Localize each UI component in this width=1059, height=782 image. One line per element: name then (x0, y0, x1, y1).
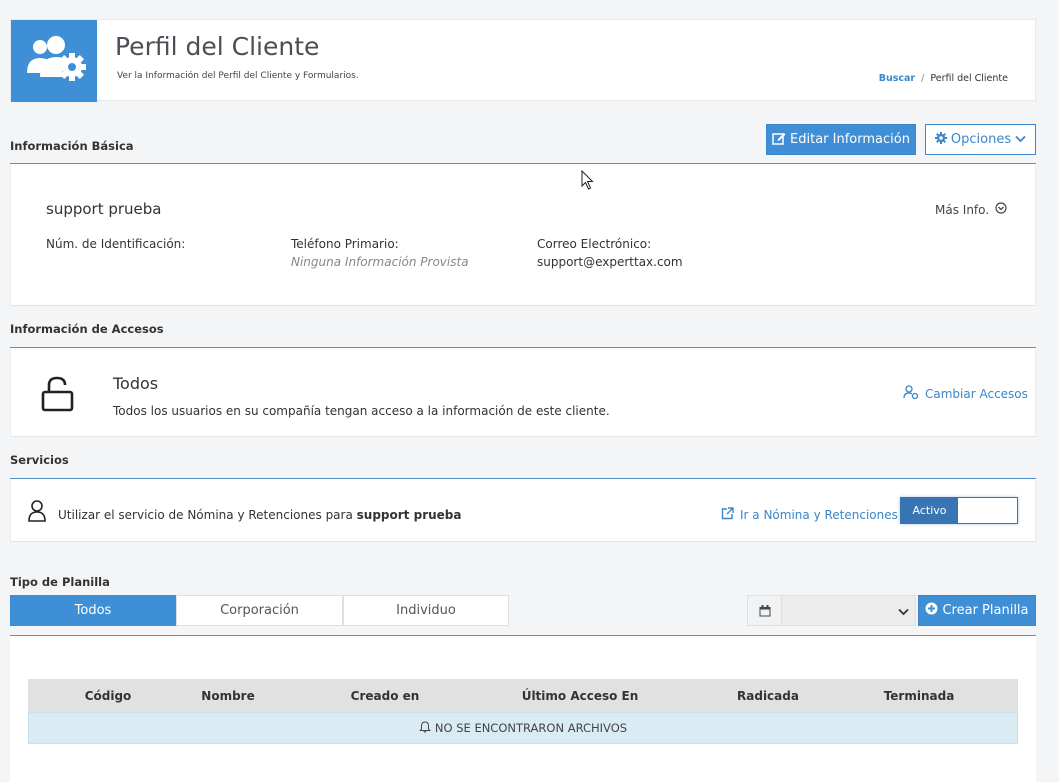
plus-circle-icon (925, 602, 938, 619)
empty-message: NO SE ENCONTRARON ARCHIVOS (434, 721, 628, 735)
go-to-payroll-link[interactable]: Ir a Nómina y Retenciones (721, 507, 898, 523)
forms-table-header: Código Nombre Creado en Último Acceso En… (28, 679, 1018, 712)
column-header-codigo[interactable]: Código (68, 679, 148, 712)
client-name: support prueba (46, 200, 162, 218)
column-header-ultimo-acceso[interactable]: Último Acceso En (510, 679, 650, 712)
external-link-icon (721, 507, 734, 523)
basic-info-card: support prueba Más Info. Núm. de Identif… (10, 164, 1036, 306)
go-to-payroll-label: Ir a Nómina y Retenciones (740, 508, 898, 522)
column-header-radicada[interactable]: Radicada (718, 679, 818, 712)
chevron-down-icon (898, 605, 909, 619)
breadcrumb-link-buscar[interactable]: Buscar (879, 73, 915, 84)
empty-table-row: NO SE ENCONTRARON ARCHIVOS (28, 712, 1018, 744)
column-header-creado-en[interactable]: Creado en (335, 679, 435, 712)
more-info-toggle[interactable]: Más Info. (935, 202, 1007, 217)
page-header: Perfil del Cliente Ver la Información de… (10, 19, 1036, 102)
date-filter-select[interactable] (747, 595, 916, 626)
edit-icon (772, 131, 786, 149)
gear-icon (934, 131, 947, 148)
service-text: Utilizar el servicio de Nómina y Retenci… (58, 508, 353, 522)
toggle-on-label: Activo (901, 498, 958, 523)
column-header-terminada[interactable]: Terminada (869, 679, 969, 712)
access-description: Todos los usuarios en su compañía tengan… (113, 404, 610, 418)
user-gear-icon (903, 385, 919, 402)
more-info-label: Más Info. (935, 202, 990, 217)
breadcrumb-current: Perfil del Cliente (930, 73, 1008, 84)
page-subtitle: Ver la Información del Perfil del Client… (117, 71, 359, 81)
create-form-label: Crear Planilla (942, 603, 1029, 618)
forms-section-label: Tipo de Planilla (10, 575, 110, 589)
tab-todos[interactable]: Todos (10, 595, 176, 626)
email-value: support@experttax.com (537, 255, 683, 269)
id-number-label: Núm. de Identificación: (46, 237, 186, 251)
create-form-button[interactable]: Crear Planilla (918, 595, 1036, 626)
change-access-link[interactable]: Cambiar Accesos (903, 385, 1028, 402)
column-header-nombre[interactable]: Nombre (188, 679, 268, 712)
basic-info-section-label: Información Básica (10, 139, 134, 153)
breadcrumb: Buscar / Perfil del Cliente (879, 73, 1008, 84)
date-select-field[interactable] (782, 596, 915, 625)
circle-chevron-down-icon (995, 202, 1007, 217)
unlock-icon (40, 375, 76, 416)
edit-info-label: Editar Información (790, 132, 910, 147)
service-client-name: support prueba (356, 508, 462, 522)
user-icon (27, 500, 47, 525)
page-title: Perfil del Cliente (115, 32, 320, 61)
calendar-icon (748, 596, 782, 625)
edit-info-button[interactable]: Editar Información (766, 124, 916, 155)
chevron-down-icon (1015, 132, 1026, 147)
access-section-label: Información de Accesos (10, 322, 164, 336)
service-active-toggle[interactable]: Activo (900, 497, 1018, 524)
options-button[interactable]: Opciones (925, 124, 1036, 155)
tab-individuo[interactable]: Individuo (343, 595, 509, 626)
service-description: Utilizar el servicio de Nómina y Retenci… (58, 508, 461, 522)
email-label: Correo Electrónico: (537, 237, 652, 251)
mouse-cursor-icon (581, 169, 595, 193)
bell-icon (419, 720, 431, 736)
primary-phone-label: Teléfono Primario: (291, 237, 399, 251)
access-card: Todos Todos los usuarios en su compañía … (10, 348, 1036, 437)
change-access-label: Cambiar Accesos (925, 386, 1028, 401)
options-label: Opciones (950, 132, 1012, 147)
primary-phone-value: Ninguna Información Provista (291, 255, 469, 269)
users-gear-icon (11, 20, 97, 102)
services-section-label: Servicios (10, 453, 69, 467)
tab-corporacion[interactable]: Corporación (176, 595, 343, 626)
breadcrumb-separator: / (921, 73, 925, 84)
services-card: Utilizar el servicio de Nómina y Retenci… (10, 479, 1036, 542)
access-level: Todos (113, 374, 159, 393)
